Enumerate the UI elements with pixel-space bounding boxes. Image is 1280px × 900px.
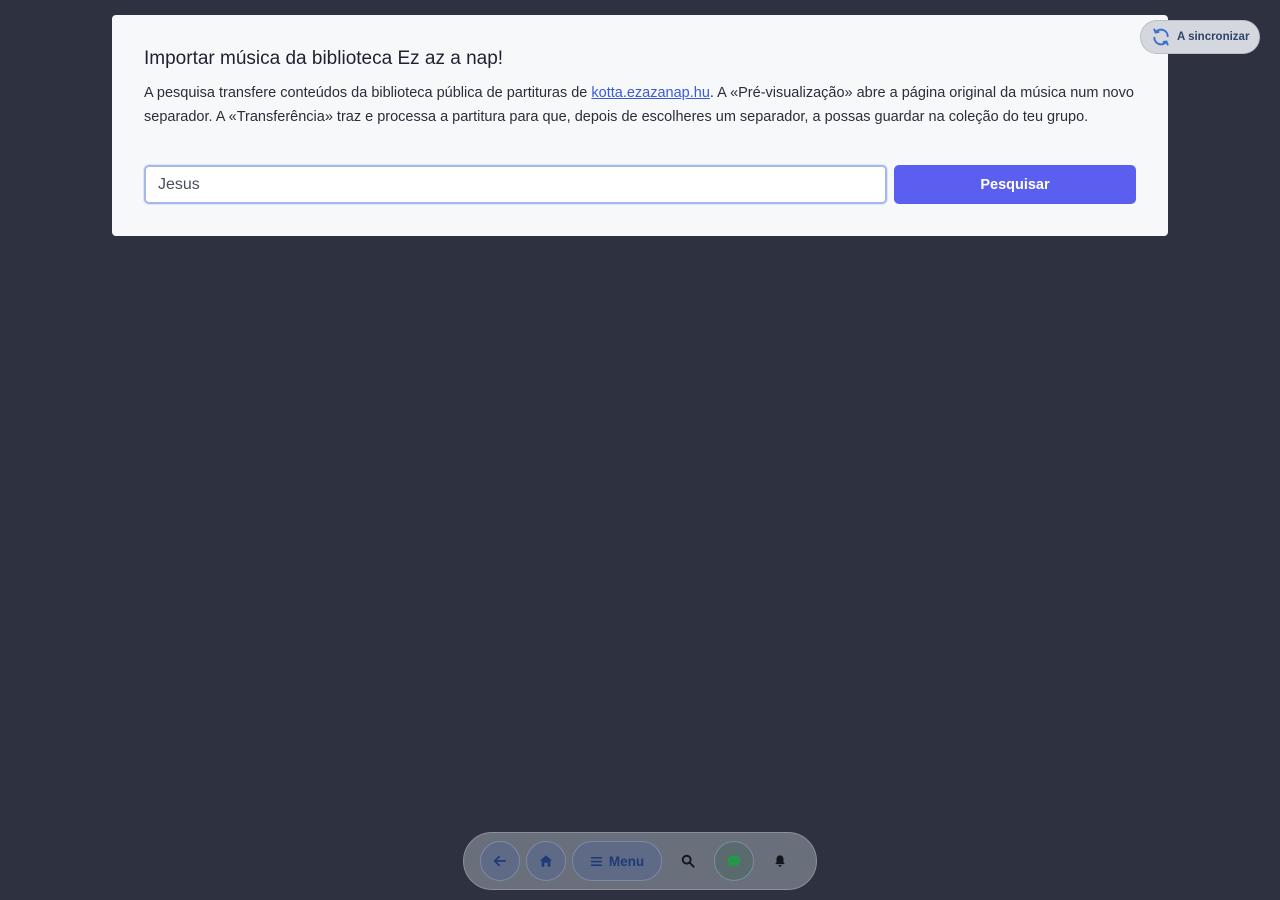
search-button[interactable]: Pesquisar xyxy=(894,165,1136,204)
notifications-button[interactable] xyxy=(760,841,800,881)
home-icon xyxy=(539,855,553,867)
sync-icon xyxy=(1151,27,1171,47)
home-button[interactable] xyxy=(526,841,566,881)
back-button[interactable] xyxy=(480,841,520,881)
menu-button[interactable]: Menu xyxy=(572,841,662,881)
search-nav-button[interactable] xyxy=(668,841,708,881)
search-icon xyxy=(681,854,695,868)
chat-button[interactable] xyxy=(714,841,754,881)
library-link[interactable]: kotta.ezazanap.hu xyxy=(591,85,710,101)
search-row: Pesquisar xyxy=(144,165,1136,204)
chat-icon xyxy=(727,855,741,867)
bell-icon xyxy=(775,855,785,867)
dialog-title: Importar música da biblioteca Ez az a na… xyxy=(144,48,504,69)
search-input[interactable] xyxy=(144,165,887,204)
description-text-before: A pesquisa transfere conteúdos da biblio… xyxy=(144,85,592,101)
bottom-navigation-bar: Menu xyxy=(463,832,817,890)
import-dialog: Importar música da biblioteca Ez az a na… xyxy=(112,15,1168,236)
dialog-description: A pesquisa transfere conteúdos da biblio… xyxy=(144,81,1139,129)
menu-label: Menu xyxy=(608,853,645,869)
sync-label: A sincronizar xyxy=(1177,31,1250,43)
back-icon xyxy=(493,855,507,867)
menu-icon xyxy=(590,856,603,866)
sync-status-badge: A sincronizar xyxy=(1140,20,1260,54)
